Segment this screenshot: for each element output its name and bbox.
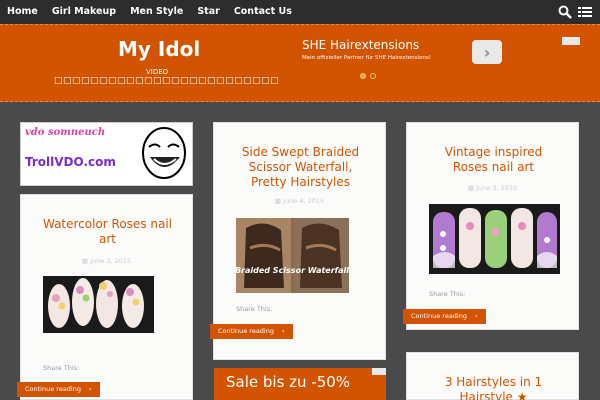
continue-reading-button[interactable]: Continue reading bbox=[17, 382, 100, 397]
nav-item-girl-makeup[interactable]: Girl Makeup bbox=[45, 0, 123, 24]
sale-ad-banner[interactable]: Sale bis zu -50% bbox=[214, 368, 386, 400]
share-label: Share This: bbox=[429, 290, 466, 298]
post-date: ▦ June 3, 2015 bbox=[81, 257, 132, 265]
ad-next-button[interactable]: › bbox=[472, 40, 502, 64]
adchoices-icon[interactable] bbox=[372, 368, 386, 375]
ad-subtitle: Mein offizieller Partner für SHE Hairext… bbox=[302, 55, 431, 61]
site-header: My Idol VIDEO □□□□□□□□□□□□□□□□□□□□□□□□□ … bbox=[0, 24, 600, 102]
post-card-watercolor: Watercolor Roses nail art ▦ June 3, 2015… bbox=[20, 194, 193, 400]
ad-line1: vdo somneuch bbox=[25, 127, 106, 138]
header-ad-banner[interactable]: SHE Hairextensions Mein offizieller Part… bbox=[297, 37, 580, 79]
site-tagline: VIDEO bbox=[146, 68, 169, 76]
share-label: Share This: bbox=[236, 305, 273, 313]
calendar-icon: ▦ bbox=[274, 197, 284, 205]
sidebar-ad-trollvdo[interactable]: vdo somneuch TrollVDO.com bbox=[20, 122, 193, 186]
nav-item-home[interactable]: Home bbox=[0, 0, 45, 24]
post-title[interactable]: Side Swept Braided Scissor Waterfall, Pr… bbox=[229, 145, 372, 190]
continue-reading-button[interactable]: Continue reading bbox=[210, 324, 293, 339]
image-caption: Braided Scissor Waterfall bbox=[236, 266, 349, 275]
ad-dot-active[interactable] bbox=[360, 73, 366, 79]
post-card-vintage: Vintage inspired Roses nail art ▦ June 3… bbox=[406, 122, 579, 330]
adchoices-icon[interactable] bbox=[562, 37, 580, 45]
calendar-icon: ▦ bbox=[81, 257, 91, 265]
post-image-vintage-nails[interactable] bbox=[429, 204, 560, 274]
menu-icon[interactable] bbox=[578, 5, 592, 19]
calendar-icon: ▦ bbox=[467, 184, 477, 192]
ad-title: SHE Hairextensions bbox=[302, 38, 420, 52]
troll-face-icon bbox=[142, 127, 186, 179]
post-date: ▦ June 3, 2015 bbox=[467, 184, 518, 192]
sale-ad-text: Sale bis zu -50% bbox=[226, 373, 351, 391]
top-navigation: Home Girl Makeup Men Style Star Contact … bbox=[0, 0, 600, 24]
site-title[interactable]: My Idol bbox=[118, 37, 200, 61]
post-title[interactable]: Vintage inspired Roses nail art bbox=[427, 145, 560, 175]
post-date: ▦ June 4, 2015 bbox=[274, 197, 325, 205]
nav-item-men-style[interactable]: Men Style bbox=[123, 0, 190, 24]
nav-item-contact-us[interactable]: Contact Us bbox=[227, 0, 299, 24]
ad-line2: TrollVDO.com bbox=[25, 155, 116, 169]
search-icon[interactable] bbox=[558, 5, 572, 19]
post-title[interactable]: 3 Hairstyles in 1 Hairstyle ★ bbox=[427, 375, 560, 400]
post-card-3-hairstyles: 3 Hairstyles in 1 Hairstyle ★ bbox=[406, 352, 579, 400]
post-image-nails[interactable] bbox=[43, 276, 154, 333]
continue-reading-button[interactable]: Continue reading bbox=[403, 309, 486, 324]
post-title[interactable]: Watercolor Roses nail art bbox=[41, 217, 174, 247]
site-description: □□□□□□□□□□□□□□□□□□□□□□□□□ bbox=[54, 76, 280, 86]
nav-item-star[interactable]: Star bbox=[190, 0, 226, 24]
share-label: Share This: bbox=[43, 364, 80, 372]
ad-dot[interactable] bbox=[370, 73, 376, 79]
post-image-braided-hair[interactable]: Braided Scissor Waterfall bbox=[236, 218, 349, 293]
